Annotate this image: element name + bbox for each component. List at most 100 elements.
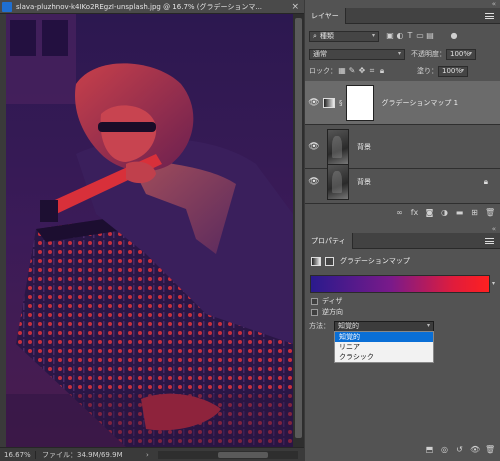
layer-filter-row: ⌕ 種類 ▾ ▣ ◐ T ▭ ▤ ● xyxy=(305,29,500,43)
layer-name[interactable]: 背景 xyxy=(357,177,371,187)
fill-label: 塗り： xyxy=(417,67,438,75)
eye-icon[interactable]: 👁︎ xyxy=(305,98,323,108)
lock-all-icon[interactable]: 🔒︎ xyxy=(377,66,387,76)
document-window: slava-pluzhnov-k4IKo2REgzI-unsplash.jpg … xyxy=(0,0,304,461)
gradient-map-icon xyxy=(311,256,321,266)
fill-value: 100% xyxy=(442,67,463,75)
method-option-linear[interactable]: リニア xyxy=(335,342,433,352)
properties-footer-toolbar: ⬒ ◎ ↺ 👁︎ 🗑︎ xyxy=(305,442,500,456)
lock-transparent-icon[interactable]: ▦ xyxy=(337,66,347,76)
checkbox-box[interactable] xyxy=(311,308,318,316)
layer-kind-value: 種類 xyxy=(319,32,334,40)
trash-icon[interactable]: 🗑︎ xyxy=(485,208,495,217)
add-mask-icon[interactable]: ◙ xyxy=(425,208,434,217)
layer-name[interactable]: グラデーションマップ 1 xyxy=(382,98,459,108)
reset-icon[interactable]: ↺ xyxy=(455,445,464,454)
view-previous-icon[interactable]: ◎ xyxy=(440,445,449,454)
reverse-row: 逆方向 xyxy=(305,307,500,317)
opacity-label: 不透明度： xyxy=(411,50,446,58)
dither-checkbox[interactable]: ディザ xyxy=(311,296,343,306)
method-option-classic[interactable]: クラシック xyxy=(335,352,433,362)
reverse-checkbox[interactable]: 逆方向 xyxy=(311,307,343,317)
lock-artboard-icon[interactable]: ⌗ xyxy=(367,66,377,76)
filter-toggle-icon[interactable]: ● xyxy=(449,31,459,41)
document-tab[interactable]: slava-pluzhnov-k4IKo2REgzI-unsplash.jpg … xyxy=(0,0,304,14)
dither-label: ディザ xyxy=(322,297,343,305)
new-group-icon[interactable]: ▬ xyxy=(455,208,464,217)
lock-row: ロック： ▦ ✎ ✥ ⌗ 🔒︎ 塗り： 100% ▾ xyxy=(305,64,500,78)
layer-kind-filter[interactable]: ⌕ 種類 ▾ xyxy=(309,30,379,42)
horizontal-scrollbar[interactable] xyxy=(158,450,298,459)
collapse-properties-icon[interactable]: « xyxy=(492,225,496,233)
file-size-readout: ファイル：34.9M/69.9M xyxy=(42,450,123,459)
filter-pixel-icon[interactable]: ▣ xyxy=(385,31,395,41)
fx-icon[interactable]: fx xyxy=(410,208,419,217)
trash-icon[interactable]: 🗑︎ xyxy=(485,445,495,454)
right-panel-dock: レイヤー « ⌕ 種類 ▾ ▣ ◐ T ▭ ▤ ● 通常 ▾ 不透明度： 100… xyxy=(305,0,500,461)
layer-name[interactable]: 背景 xyxy=(357,142,371,152)
image-canvas[interactable] xyxy=(6,14,293,447)
panel-menu-icon[interactable] xyxy=(485,13,494,19)
filter-adjustment-icon[interactable]: ◐ xyxy=(395,31,405,41)
layer-thumbnail[interactable] xyxy=(327,163,349,200)
link-icon[interactable]: § xyxy=(339,99,343,107)
filter-smartobject-icon[interactable]: ▤ xyxy=(425,31,435,41)
eye-icon[interactable]: 👁︎ xyxy=(305,177,323,187)
tab-properties[interactable]: プロパティ xyxy=(305,233,353,249)
layer-row-gradient-map[interactable]: 👁︎ § グラデーションマップ 1 xyxy=(305,81,500,125)
clip-to-layer-icon[interactable]: ⬒ xyxy=(425,445,434,454)
mask-icon[interactable] xyxy=(325,256,334,266)
method-option-perceptual[interactable]: 知覚的 xyxy=(335,332,433,342)
blend-mode-select[interactable]: 通常 ▾ xyxy=(309,48,405,60)
link-layers-icon[interactable]: ∞ xyxy=(395,208,404,217)
photoshop-window: slava-pluzhnov-k4IKo2REgzI-unsplash.jpg … xyxy=(0,0,500,461)
filter-type-icon[interactable]: T xyxy=(405,31,415,41)
layer-mask-thumbnail[interactable] xyxy=(345,84,374,121)
status-arrow-icon[interactable]: › xyxy=(146,451,154,459)
blend-mode-value: 通常 xyxy=(313,50,327,58)
panel-menu-icon[interactable] xyxy=(485,238,494,244)
lock-move-icon[interactable]: ✥ xyxy=(357,66,367,76)
collapse-panels-icon[interactable]: « xyxy=(492,0,496,8)
filter-shape-icon[interactable]: ▭ xyxy=(415,31,425,41)
lock-label: ロック： xyxy=(309,67,337,75)
chevron-down-icon: ▾ xyxy=(397,49,401,57)
chevron-down-icon: ▾ xyxy=(371,31,375,39)
photoshop-doc-icon xyxy=(2,1,12,12)
horizontal-scrollbar-thumb[interactable] xyxy=(218,451,268,458)
chevron-down-icon: ▾ xyxy=(468,49,472,57)
method-select[interactable]: 知覚的 ▾ xyxy=(334,320,434,332)
opacity-input[interactable]: 100% ▾ xyxy=(446,48,476,60)
status-bar: 16.67% ファイル：34.9M/69.9M › xyxy=(0,447,304,461)
properties-title: グラデーションマップ xyxy=(340,257,410,265)
visibility-eye-icon[interactable]: 👁︎ xyxy=(470,445,480,454)
search-icon: ⌕ xyxy=(313,31,317,40)
eye-icon[interactable]: 👁︎ xyxy=(305,142,323,152)
tab-layers[interactable]: レイヤー xyxy=(305,8,346,24)
close-icon[interactable]: × xyxy=(291,2,299,12)
lock-brush-icon[interactable]: ✎ xyxy=(347,66,357,76)
layer-row-background[interactable]: 👁︎ 背景 🔒︎ xyxy=(305,160,500,204)
chevron-down-icon: ▾ xyxy=(426,321,430,329)
method-label: 方法： xyxy=(309,322,330,330)
properties-title-row: グラデーションマップ xyxy=(305,254,500,268)
fill-input[interactable]: 100% ▾ xyxy=(438,65,468,77)
photo-artwork xyxy=(6,14,293,447)
scrollbar-thumb[interactable] xyxy=(295,18,302,438)
zoom-readout[interactable]: 16.67% xyxy=(0,450,36,459)
blend-row: 通常 ▾ 不透明度： 100% ▾ xyxy=(305,47,500,61)
adjustment-icon[interactable]: ◑ xyxy=(440,208,449,217)
layers-panel-header: レイヤー xyxy=(305,8,500,24)
method-value: 知覚的 xyxy=(338,322,359,330)
document-title: slava-pluzhnov-k4IKo2REgzI-unsplash.jpg … xyxy=(16,2,263,11)
checkbox-box[interactable] xyxy=(311,297,318,305)
chevron-down-icon: ▾ xyxy=(460,66,464,74)
method-dropdown-menu: 知覚的 リニア クラシック xyxy=(334,331,434,363)
reverse-label: 逆方向 xyxy=(322,308,343,316)
chevron-down-icon[interactable]: ▾ xyxy=(492,280,495,287)
properties-panel-header: プロパティ xyxy=(305,233,500,249)
lock-icon: 🔒︎ xyxy=(483,176,488,186)
gradient-preview-bar[interactable] xyxy=(310,275,490,293)
vertical-scrollbar[interactable] xyxy=(293,14,304,447)
new-layer-icon[interactable]: ⊞ xyxy=(470,208,479,217)
